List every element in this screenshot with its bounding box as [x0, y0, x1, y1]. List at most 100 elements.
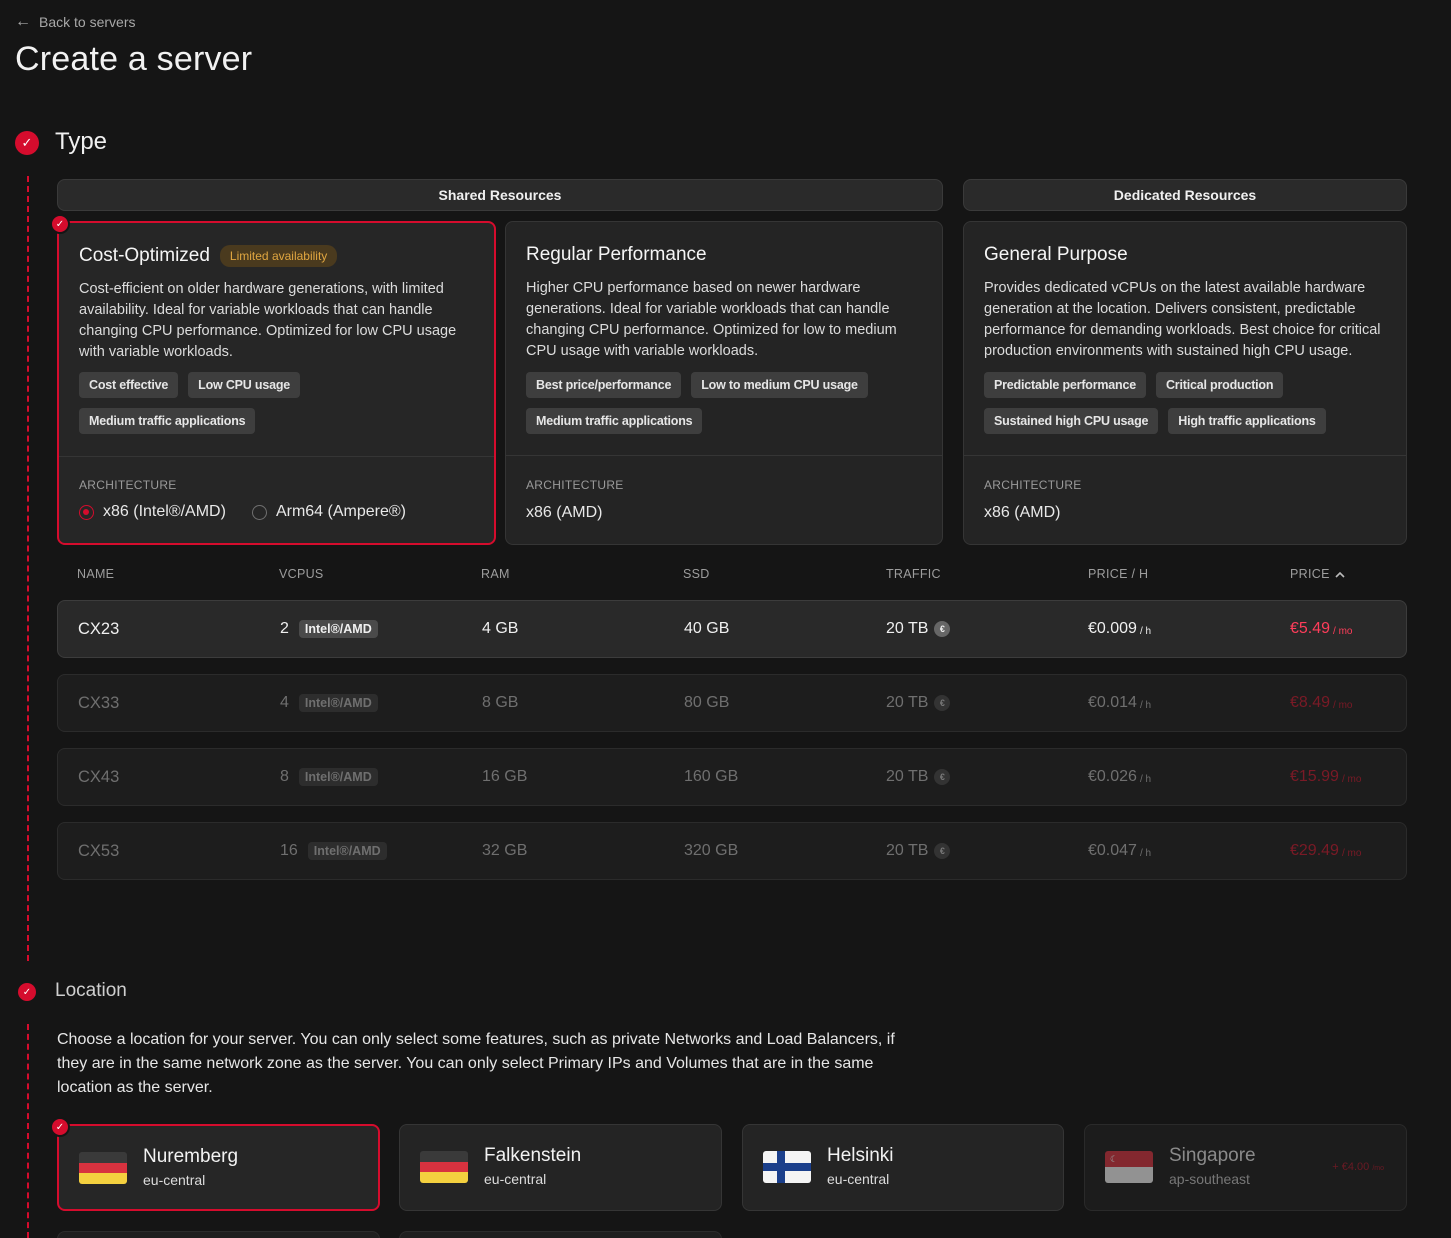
type-card-title: Regular Performance: [526, 244, 707, 265]
unit-label: / mo: [1333, 625, 1353, 637]
location-card-partial[interactable]: [399, 1231, 722, 1238]
traffic-value: 20 TB: [886, 768, 929, 785]
cpu-badge: Intel®/AMD: [298, 694, 378, 712]
radio-unselected-icon: [251, 504, 267, 520]
germany-flag-icon: [420, 1151, 468, 1183]
tag: Predictable performance: [984, 372, 1146, 398]
location-zone: ap-southeast: [1169, 1171, 1250, 1187]
table-row-cx33[interactable]: CX33 4 Intel®/AMD 8 GB 80 GB 20 TB € €0.01…: [57, 674, 1407, 732]
type-card-title: General Purpose: [984, 244, 1128, 265]
location-zone: eu-central: [827, 1171, 890, 1187]
server-name: CX53: [78, 841, 120, 860]
column-header-ssd[interactable]: SSD: [683, 567, 710, 581]
step-connector-line: [27, 1024, 29, 1238]
column-header-price-hourly[interactable]: PRICE / H: [1088, 567, 1148, 581]
arch-radio-x86[interactable]: x86 (Intel®/AMD): [79, 503, 226, 521]
type-card-tags: Best price/performance Low to medium CPU…: [526, 372, 906, 434]
unit-label: / mo: [1341, 773, 1362, 785]
step-title-location: Location: [55, 980, 127, 1001]
architecture-options: x86 (Intel®/AMD) Arm64 (Ampere®): [79, 503, 406, 521]
surcharge-unit: /mo: [1372, 1165, 1384, 1172]
type-title-text: Cost-Optimized: [79, 245, 210, 266]
location-name: Nuremberg: [143, 1146, 239, 1167]
surcharge-value: + €4.00: [1332, 1161, 1370, 1173]
price-hourly-cell: €0.014/ h: [1088, 675, 1151, 731]
column-header-vcpus[interactable]: VCPUS: [279, 567, 324, 581]
euro-coin-icon: €: [934, 621, 951, 637]
vcpus-cell: 8 Intel®/AMD: [280, 749, 378, 805]
server-name: CX33: [78, 693, 120, 712]
tag: Low to medium CPU usage: [691, 372, 868, 398]
type-card-regular-performance[interactable]: Regular Performance Higher CPU performan…: [505, 221, 943, 545]
price-monthly-value: €8.49: [1290, 694, 1331, 711]
tag: High traffic applications: [1168, 408, 1326, 434]
traffic-cell: 20 TB €: [886, 675, 951, 731]
unit-label: / h: [1139, 773, 1152, 785]
column-header-price[interactable]: PRICE: [1290, 567, 1345, 581]
table-row-cx23[interactable]: CX23 2 Intel®/AMD 4 GB 40 GB 20 TB € €0.00…: [57, 600, 1407, 658]
cpu-badge: Intel®/AMD: [307, 842, 387, 860]
price-hourly-value: €0.009: [1088, 620, 1137, 637]
vcpus-value: 8: [280, 768, 289, 785]
tag: Cost effective: [79, 372, 179, 398]
column-header-ram[interactable]: RAM: [481, 567, 510, 581]
location-card-helsinki[interactable]: Helsinki eu-central: [742, 1124, 1064, 1211]
ram-cell: 32 GB: [482, 842, 528, 859]
architecture-label: ARCHITECTURE: [526, 478, 624, 492]
ssd-cell: 40 GB: [684, 620, 730, 637]
divider: [506, 455, 942, 456]
step-complete-check-icon: ✓: [18, 983, 36, 1001]
cpu-badge: Intel®/AMD: [298, 620, 378, 638]
traffic-cell: 20 TB €: [886, 823, 951, 879]
architecture-label: ARCHITECTURE: [79, 478, 177, 492]
price-hourly-value: €0.026: [1088, 768, 1137, 785]
location-card-falkenstein[interactable]: Falkenstein eu-central: [399, 1124, 722, 1211]
type-card-description: Cost-efficient on older hardware generat…: [79, 281, 457, 360]
step-connector-line: [27, 176, 29, 961]
selected-check-icon: ✓: [50, 1117, 70, 1137]
price-hourly-value: €0.014: [1088, 694, 1137, 711]
location-zone: eu-central: [143, 1172, 206, 1188]
arch-option-label: x86 (Intel®/AMD): [103, 503, 226, 520]
table-row-cx53[interactable]: CX53 16 Intel®/AMD 32 GB 320 GB 20 TB € €0…: [57, 822, 1407, 880]
location-card-singapore[interactable]: ☾ Singapore ap-southeast + €4.00 /mo: [1084, 1124, 1407, 1211]
divider: [964, 455, 1406, 456]
price-hourly-cell: €0.047/ h: [1088, 823, 1151, 879]
unit-label: / h: [1139, 625, 1152, 637]
arch-option-label: Arm64 (Ampere®): [275, 503, 406, 520]
ram-cell: 8 GB: [482, 694, 519, 711]
price-monthly-cell: €5.49/ mo: [1290, 601, 1353, 657]
architecture-value: x86 (AMD): [984, 504, 1061, 521]
vcpus-cell: 16 Intel®/AMD: [280, 823, 387, 879]
location-card-nuremberg[interactable]: Nuremberg eu-central: [57, 1124, 380, 1211]
vcpus-cell: 4 Intel®/AMD: [280, 675, 378, 731]
euro-coin-icon: €: [934, 769, 951, 785]
chevron-up-icon: [1335, 571, 1345, 578]
tag: Best price/performance: [526, 372, 682, 398]
back-label: Back to servers: [39, 14, 136, 30]
column-header-traffic[interactable]: TRAFFIC: [886, 567, 941, 581]
arch-radio-arm64[interactable]: Arm64 (Ampere®): [251, 503, 406, 521]
location-surcharge: + €4.00 /mo: [1332, 1161, 1384, 1173]
price-monthly-cell: €29.49/ mo: [1290, 823, 1361, 879]
table-row-cx43[interactable]: CX43 8 Intel®/AMD 16 GB 160 GB 20 TB € €0.…: [57, 748, 1407, 806]
tag: Medium traffic applications: [79, 408, 256, 434]
architecture-label: ARCHITECTURE: [984, 478, 1082, 492]
ram-cell: 4 GB: [482, 620, 519, 637]
tag: Sustained high CPU usage: [984, 408, 1159, 434]
back-to-servers-link[interactable]: ← Back to servers: [15, 13, 135, 31]
location-description: Choose a location for your server. You c…: [57, 1031, 895, 1096]
location-name: Singapore: [1169, 1145, 1256, 1166]
type-card-cost-optimized[interactable]: Cost-Optimized Limited availability Cost…: [57, 221, 496, 545]
ssd-cell: 160 GB: [684, 768, 739, 785]
page-title: Create a server: [15, 40, 253, 78]
type-card-tags: Cost effective Low CPU usage Medium traf…: [79, 372, 339, 434]
price-hourly-value: €0.047: [1088, 842, 1137, 859]
column-header-name[interactable]: NAME: [77, 567, 114, 581]
group-dedicated-resources: Dedicated Resources: [963, 179, 1407, 211]
location-card-partial[interactable]: [57, 1231, 380, 1238]
traffic-cell: 20 TB €: [886, 749, 951, 805]
type-card-general-purpose[interactable]: General Purpose Provides dedicated vCPUs…: [963, 221, 1407, 545]
server-name: CX43: [78, 767, 120, 786]
server-name: CX23: [78, 619, 120, 638]
